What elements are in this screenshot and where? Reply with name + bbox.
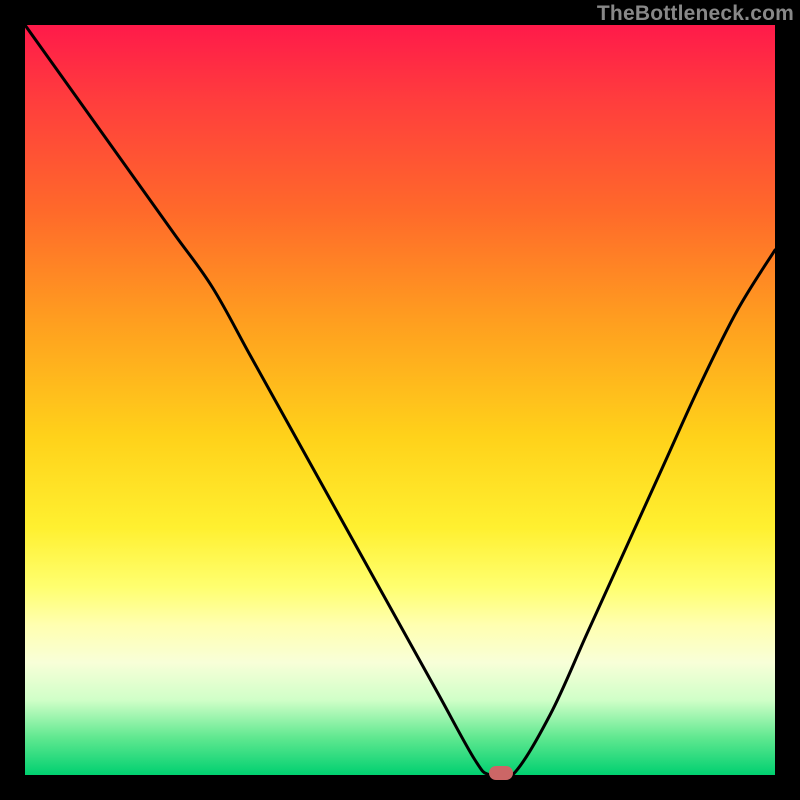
plot-area xyxy=(25,25,775,775)
optimal-marker xyxy=(489,766,513,780)
watermark-text: TheBottleneck.com xyxy=(597,2,794,26)
chart-container: TheBottleneck.com xyxy=(0,0,800,800)
bottleneck-curve xyxy=(25,25,775,775)
